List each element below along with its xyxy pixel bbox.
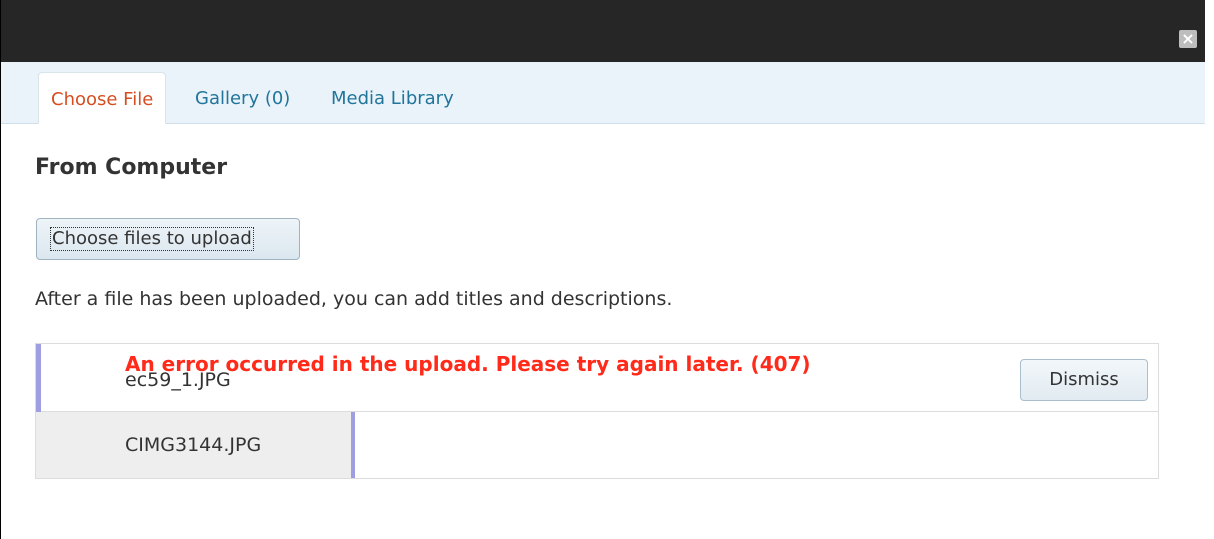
section-heading: From Computer bbox=[35, 155, 228, 180]
upload-filename-cell: CIMG3144.JPG bbox=[36, 412, 351, 478]
dismiss-button[interactable]: Dismiss bbox=[1020, 359, 1148, 401]
upload-filename: CIMG3144.JPG bbox=[125, 434, 262, 456]
upload-error-message: An error occurred in the upload. Please … bbox=[125, 352, 811, 376]
media-upload-dialog: × Choose File Gallery (0) Media Library … bbox=[0, 0, 1205, 539]
choose-files-button-label: Choose files to upload bbox=[50, 227, 254, 251]
close-icon[interactable]: × bbox=[1179, 30, 1197, 48]
tab-choose-file[interactable]: Choose File bbox=[38, 72, 167, 124]
upload-progress-bar bbox=[36, 344, 41, 412]
upload-progress-bar bbox=[351, 412, 355, 478]
choose-files-button[interactable]: Choose files to upload bbox=[36, 218, 300, 260]
upload-queue-item: CIMG3144.JPG bbox=[36, 412, 1158, 478]
dialog-titlebar: × bbox=[1, 0, 1205, 62]
tab-media-library[interactable]: Media Library bbox=[331, 72, 454, 124]
upload-queue: ec59_1.JPG An error occurred in the uplo… bbox=[35, 343, 1159, 479]
tab-bar: Choose File Gallery (0) Media Library bbox=[1, 62, 1205, 124]
upload-info-text: After a file has been uploaded, you can … bbox=[35, 288, 673, 310]
tab-gallery[interactable]: Gallery (0) bbox=[195, 72, 290, 124]
upload-queue-item: ec59_1.JPG An error occurred in the uplo… bbox=[36, 344, 1158, 412]
